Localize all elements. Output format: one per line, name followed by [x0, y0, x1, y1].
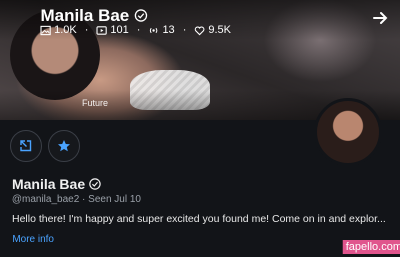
header-stats: 1.0K · 101 · 13 · 9.5K — [40, 24, 231, 36]
stat-photos: 1.0K — [40, 24, 77, 36]
image-icon — [40, 25, 51, 35]
broadcast-icon — [150, 27, 158, 33]
video-icon — [96, 25, 107, 35]
heart-icon — [194, 26, 205, 35]
profile-bio: Hello there! I'm happy and super excited… — [12, 213, 386, 225]
stat-streams: 13 — [148, 24, 175, 36]
stat-likes: 9.5K — [194, 24, 231, 36]
share-button[interactable] — [10, 130, 42, 162]
header-title: Manila Bae — [40, 6, 147, 26]
profile-handle: @manila_bae2 — [12, 194, 80, 205]
avatar[interactable] — [314, 98, 382, 166]
site-watermark: fapello.com — [343, 240, 400, 254]
back-arrow-icon[interactable] — [370, 8, 390, 28]
star-icon — [58, 140, 70, 152]
handle-row: @manila_bae2 · Seen Jul 10 — [12, 194, 142, 205]
verified-icon — [89, 178, 101, 190]
stat-videos: 101 — [96, 24, 129, 36]
banner-watermark: Future — [82, 98, 109, 108]
profile-name: Manila Bae — [12, 176, 101, 192]
share-icon — [20, 140, 32, 152]
last-seen: Seen Jul 10 — [88, 194, 142, 205]
profile-page: Manila Bae 1.0K · 101 · 13 · 9.5K Future — [0, 0, 400, 257]
verified-icon — [133, 9, 147, 22]
favorite-button[interactable] — [48, 130, 80, 162]
more-info-link[interactable]: More info — [12, 234, 54, 245]
